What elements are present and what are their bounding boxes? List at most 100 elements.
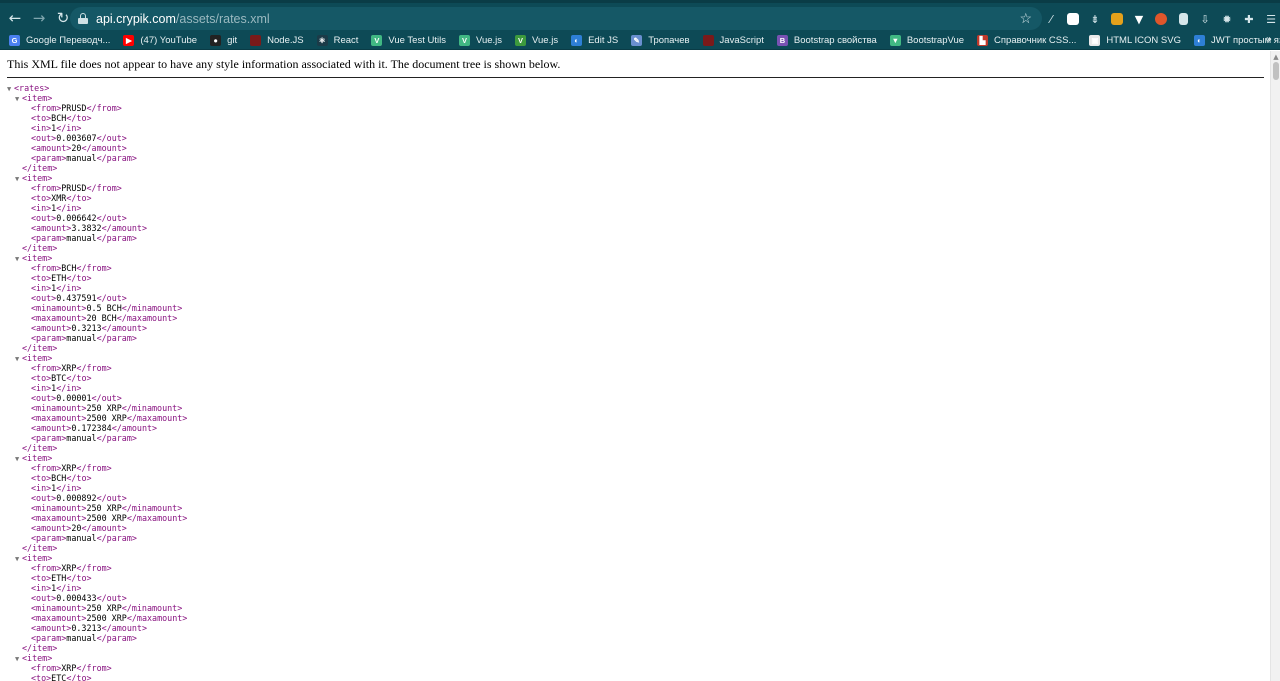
bookmark-item[interactable]: B Bootstrap свойства — [770, 32, 883, 49]
xml-style-notice: This XML file does not appear to have an… — [7, 57, 1264, 78]
xml-tag: </out> — [96, 133, 127, 143]
bookmark-star-icon[interactable]: ☆ — [1019, 10, 1032, 27]
bookmark-item[interactable]: ⚛ React — [310, 32, 365, 49]
xml-field-out: <out>0.437591</out> — [7, 293, 187, 303]
bookmark-item[interactable]: Node.JS — [243, 32, 309, 49]
xml-value: 0.00001 — [56, 393, 92, 403]
vertical-scrollbar[interactable]: ▲ — [1270, 51, 1280, 681]
download-icon[interactable]: ⇩ — [1194, 9, 1216, 29]
bookmark-item[interactable]: ● git — [203, 32, 243, 49]
xml-field-maxamount: <maxamount>2500 XRP</maxamount> — [7, 513, 187, 523]
xml-tag: </amount> — [111, 423, 158, 433]
xml-tag: <to> — [31, 673, 52, 681]
xml-item-open: ▼ <item> — [7, 653, 187, 663]
xml-field-in: <in>1</in> — [7, 203, 187, 213]
xml-tag: <maxamount> — [31, 613, 87, 623]
gear-extension-icon[interactable]: ✹ — [1216, 9, 1238, 29]
xml-tag: <in> — [31, 203, 52, 213]
xml-field-to: <to>ETH</to> — [7, 573, 187, 583]
xml-tag: <out> — [31, 593, 57, 603]
bookmark-item[interactable]: ▼ BootstrapVue — [883, 32, 970, 49]
xml-tag: <item> — [22, 353, 53, 363]
xml-value: 0.000433 — [56, 593, 97, 603]
xml-field-minamount: <minamount>250 XRP</minamount> — [7, 603, 187, 613]
xml-tag: </item> — [22, 163, 58, 173]
bookmarks-bar: G Google Переводч... ▶ (47) YouTube ● git Node… — [0, 32, 1280, 50]
xml-tag: <out> — [31, 493, 57, 503]
xml-tag: <minamount> — [31, 603, 87, 613]
bookmark-item[interactable]: V Vue Test Utils — [364, 32, 452, 49]
html-icon-svg-icon: ▣ — [1089, 35, 1101, 46]
reading-list-icon[interactable]: ☰ — [1260, 9, 1280, 29]
forward-arrow-icon[interactable]: → — [28, 7, 50, 29]
xml-tag: </amount> — [101, 223, 147, 233]
url-path: /assets/rates.xml — [175, 11, 270, 26]
node-icon — [250, 35, 262, 46]
css-reference-icon: ▙ — [977, 35, 989, 46]
bookmark-item[interactable]: ◐ Edit JS — [564, 32, 624, 49]
extensions-area: ⁄ ⇟ ▼ ⇩ ✹ ✚ ☰ ⋮ — [1040, 8, 1280, 30]
xml-field-param: <param>manual</param> — [7, 333, 187, 343]
xml-field-amount: <amount>3.3832</amount> — [7, 223, 187, 233]
vue-icon: V — [458, 35, 470, 46]
scroll-thumb[interactable] — [1273, 62, 1279, 80]
bookmark-item[interactable]: ▶ (47) YouTube — [116, 32, 203, 49]
bookmark-item[interactable]: V Vue.js — [452, 32, 508, 49]
xml-tag: </to> — [66, 673, 92, 681]
xml-field-from: <from>BCH</from> — [7, 263, 187, 273]
xml-field-param: <param>manual</param> — [7, 233, 187, 243]
xml-tag: <param> — [31, 633, 67, 643]
xml-value: 250 XRP — [86, 503, 122, 513]
xml-tag: </amount> — [81, 523, 127, 533]
xml-tag: <to> — [31, 373, 52, 383]
bookmark-item[interactable]: JavaScript — [696, 32, 770, 49]
vue-devtools-icon[interactable]: ▼ — [1128, 9, 1150, 29]
bookmark-item[interactable]: V Vue.js — [508, 32, 564, 49]
address-bar[interactable]: api.crypik.com/assets/rates.xml ☆ — [70, 7, 1042, 30]
lock-icon[interactable] — [78, 13, 88, 24]
puzzle-icon[interactable]: ✚ — [1238, 9, 1260, 29]
bookmark-extension-icon[interactable] — [1172, 9, 1194, 29]
bookmark-item[interactable]: ▙ Справочник CSS... — [970, 32, 1082, 49]
xml-value: manual — [66, 233, 97, 243]
shield-extension-icon[interactable] — [1106, 9, 1128, 29]
xml-tag: </from> — [76, 363, 112, 373]
xml-field-to: <to>BTC</to> — [7, 373, 187, 383]
browser-toolbar: ← → ↻ api.crypik.com/assets/rates.xml ☆ … — [0, 0, 1280, 32]
bookmark-label: git — [227, 35, 238, 46]
xml-tag: </in> — [56, 283, 82, 293]
xml-value: ETC — [51, 673, 67, 681]
xml-value: manual — [66, 153, 97, 163]
xml-value: manual — [66, 633, 97, 643]
bookmark-item[interactable]: G Google Переводч... — [2, 32, 116, 49]
xml-field-amount: <amount>0.3213</amount> — [7, 323, 187, 333]
xml-tag: <from> — [31, 263, 62, 273]
xml-value: XRP — [61, 663, 77, 673]
xml-tag: </out> — [91, 393, 122, 403]
xml-tag: <item> — [22, 173, 53, 183]
xml-tag: <param> — [31, 533, 67, 543]
xml-tag: <to> — [31, 193, 52, 203]
github-icon: ● — [210, 35, 222, 46]
extension-icon[interactable] — [1062, 9, 1084, 29]
jwt-icon: ◐ — [1194, 35, 1205, 46]
bookmark-item[interactable]: ✎ Тропачев — [624, 32, 695, 49]
eyedropper-extension-icon[interactable]: ⁄ — [1040, 9, 1062, 29]
bookmark-label: HTML ICON SVG — [1106, 35, 1181, 46]
back-arrow-icon[interactable]: ← — [4, 7, 26, 29]
more-bookmarks-icon[interactable]: » — [1266, 34, 1272, 45]
xml-value: 250 XRP — [86, 603, 122, 613]
bookmark-item[interactable]: ▣ HTML ICON SVG — [1082, 32, 1187, 49]
badge-extension-icon[interactable] — [1150, 9, 1172, 29]
xml-tag: <amount> — [31, 143, 72, 153]
xml-tag: <param> — [31, 233, 67, 243]
xml-field-out: <out>0.000433</out> — [7, 593, 187, 603]
xml-tag: </minamount> — [121, 503, 183, 513]
dropper-extension-icon[interactable]: ⇟ — [1084, 9, 1106, 29]
xml-tag: <out> — [31, 133, 57, 143]
xml-item-close: </item> — [7, 243, 187, 253]
scroll-up-arrow-icon[interactable]: ▲ — [1272, 53, 1280, 61]
xml-item-close: </item> — [7, 543, 187, 553]
xml-field-to: <to>ETC</to> — [7, 673, 187, 681]
xml-value: 0.437591 — [56, 293, 97, 303]
